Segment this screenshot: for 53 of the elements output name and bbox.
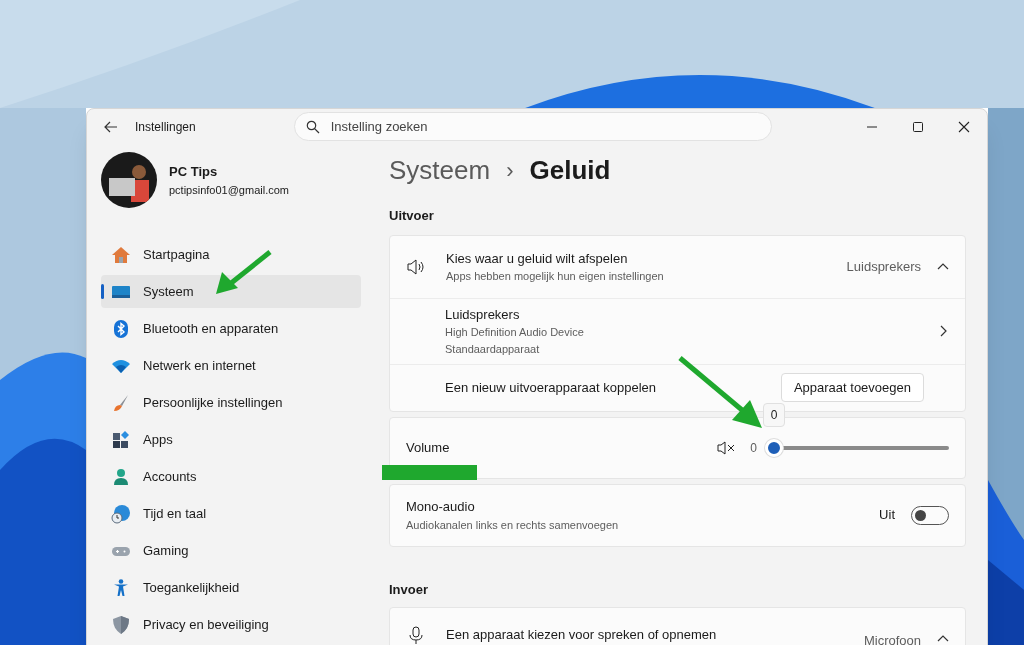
section-heading: Invoer (389, 580, 429, 599)
arrow-drawing (214, 250, 272, 296)
row-title: Kies waar u geluid wilt afspelen (446, 249, 629, 268)
muted-speaker-icon[interactable] (717, 439, 737, 456)
device-detail: Standaardapparaat (445, 341, 541, 357)
home-icon (111, 244, 131, 265)
account-email: pctipsinfo01@gmail.com (169, 182, 289, 198)
row-title: Mono-audio (406, 498, 476, 516)
sidebar-item[interactable]: Bluetooth en apparaten (101, 312, 361, 345)
sidebar-item[interactable]: Toegankelijkheid (101, 571, 361, 604)
close-icon (958, 120, 970, 133)
volume-label: Volume (406, 438, 450, 457)
sidebar-item[interactable]: Systeem (101, 275, 361, 308)
window-title: Instellingen (135, 118, 196, 136)
person-icon (111, 466, 131, 487)
value-tooltip: 0 (763, 402, 785, 427)
selected-device: Luidsprekers (846, 257, 921, 276)
sidebar-item[interactable]: Startpagina (101, 238, 361, 271)
speaker-icon (406, 256, 426, 277)
breadcrumb-separator: › (505, 156, 515, 185)
sidebar-item[interactable]: Persoonlijke instellingen (101, 386, 361, 419)
sidebar-item[interactable]: Accounts (101, 460, 361, 493)
row-title: Een nieuw uitvoerapparaat koppelen (445, 378, 657, 397)
breadcrumb-parent[interactable]: Systeem (389, 150, 491, 190)
sidebar-item[interactable]: Gaming (101, 534, 361, 567)
row-subtitle: Apps hebben mogelijk hun eigen instellingen (446, 269, 664, 284)
maximize-icon (912, 120, 924, 133)
sidebar-item[interactable]: Netwerk en internet (101, 349, 361, 382)
selected-device: Microfoon (863, 632, 921, 645)
slider-thumb[interactable] (765, 438, 783, 457)
globe-clock-icon (111, 503, 131, 524)
shield-icon (111, 614, 131, 635)
microphone-icon (406, 625, 426, 645)
sidebar-item[interactable]: Tijd en taal (101, 497, 361, 530)
add-device-button[interactable]: Apparaat toevoegen (780, 373, 924, 402)
account-name: PC Tips (169, 163, 219, 181)
section-heading: Uitvoer (389, 207, 435, 225)
device-name: Luidsprekers (445, 305, 521, 324)
bluetooth-icon (111, 318, 131, 339)
page-title: Geluid (529, 153, 611, 187)
selection-indicator (101, 284, 104, 299)
sidebar-item[interactable]: Privacy en beveiliging (101, 608, 361, 641)
row-subtitle: Audiokanalen links en rechts samenvoegen (406, 517, 619, 533)
row-title: Een apparaat kiezen voor spreken of opnemen (446, 626, 717, 644)
apps-icon (111, 429, 131, 450)
search-field[interactable]: Instelling zoeken (293, 112, 772, 141)
volume-reading: 0 (749, 439, 757, 457)
avatar (101, 152, 157, 208)
sidebar-item[interactable]: Apps (101, 423, 361, 456)
device-detail: High Definition Audio Device (445, 325, 584, 341)
search-icon (305, 120, 320, 134)
volume-slider[interactable] (765, 438, 949, 457)
toggle-state-label: Uit (879, 506, 895, 525)
